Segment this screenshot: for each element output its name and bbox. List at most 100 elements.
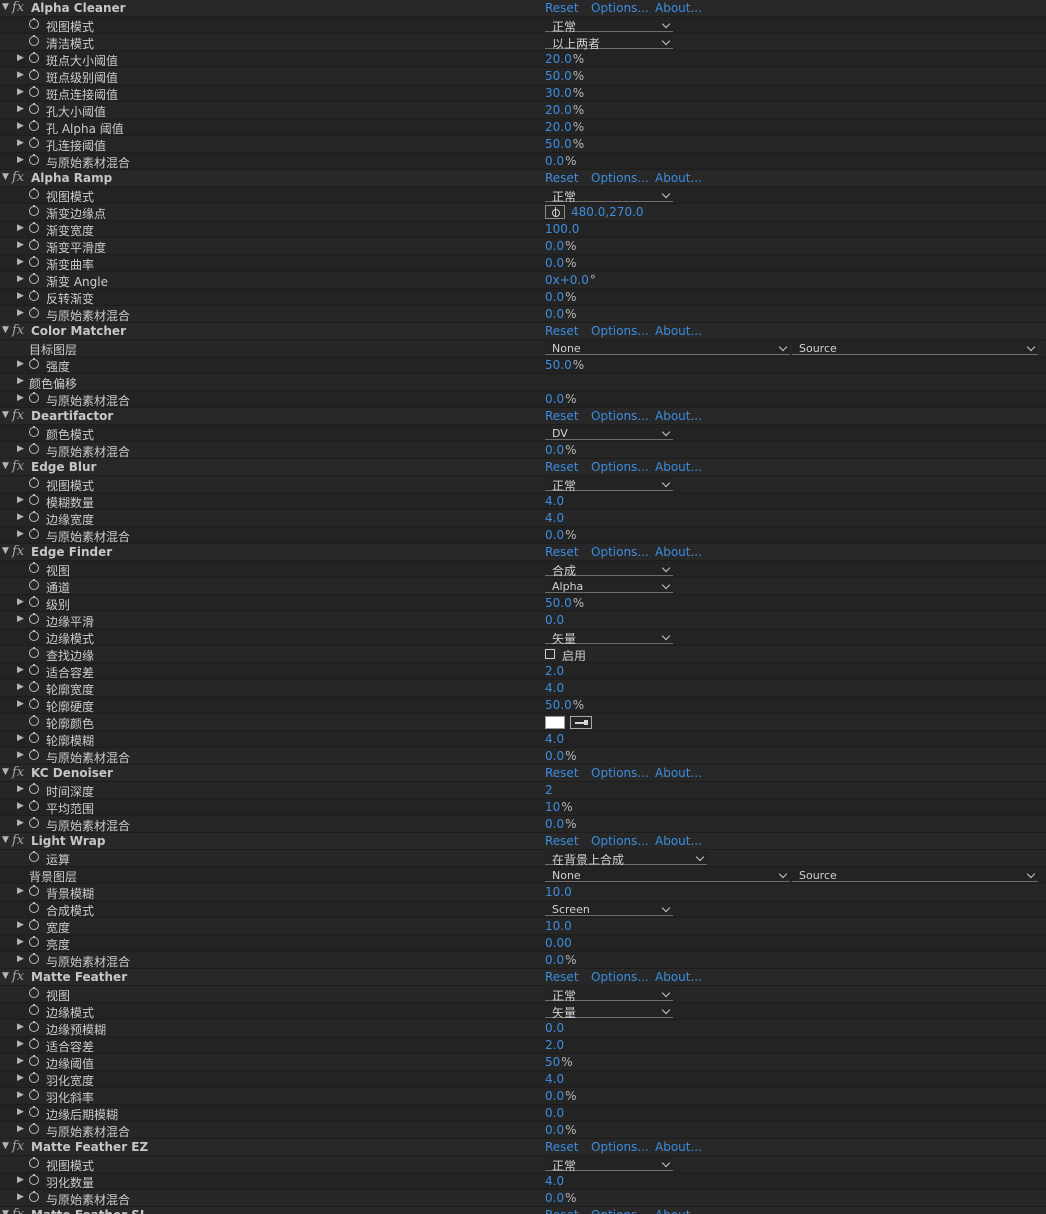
stopwatch-icon[interactable] xyxy=(29,987,39,998)
stopwatch-icon[interactable] xyxy=(29,1191,39,1202)
stopwatch-icon[interactable] xyxy=(29,18,39,29)
stopwatch-icon[interactable] xyxy=(29,273,39,284)
property-value[interactable]: 20.0% xyxy=(545,120,584,134)
reset-link[interactable]: Reset xyxy=(545,766,579,780)
expand-triangle-icon[interactable]: ▶ xyxy=(17,104,24,114)
stopwatch-icon[interactable] xyxy=(29,1157,39,1168)
value-number[interactable]: 0.0 xyxy=(545,749,564,763)
stopwatch-icon[interactable] xyxy=(29,885,39,896)
property-value[interactable]: 50.0% xyxy=(545,69,584,83)
stopwatch-icon[interactable] xyxy=(29,137,39,148)
value-number[interactable]: 0.0 xyxy=(545,307,564,321)
stopwatch-icon[interactable] xyxy=(29,783,39,794)
property-value[interactable]: 20.0% xyxy=(545,103,584,117)
expand-triangle-icon[interactable]: ▶ xyxy=(17,614,24,624)
about-link[interactable]: About... xyxy=(655,460,702,474)
stopwatch-icon[interactable] xyxy=(29,290,39,301)
expand-triangle-icon[interactable]: ▶ xyxy=(17,240,24,250)
fx-icon[interactable]: fx xyxy=(12,1139,24,1154)
value-number[interactable]: 0.0 xyxy=(545,528,564,542)
value-number[interactable]: 0.0 xyxy=(545,256,564,270)
value-number[interactable]: 4.0 xyxy=(545,494,564,508)
stopwatch-icon[interactable] xyxy=(29,528,39,539)
property-value[interactable]: 0.0% xyxy=(545,1191,577,1205)
collapse-triangle-icon[interactable]: ▼ xyxy=(2,325,9,335)
stopwatch-icon[interactable] xyxy=(29,256,39,267)
collapse-triangle-icon[interactable]: ▼ xyxy=(2,2,9,12)
expand-triangle-icon[interactable]: ▶ xyxy=(17,784,24,794)
about-link[interactable]: About... xyxy=(655,1140,702,1154)
stopwatch-icon[interactable] xyxy=(29,698,39,709)
stopwatch-icon[interactable] xyxy=(29,154,39,165)
collapse-triangle-icon[interactable]: ▼ xyxy=(2,835,9,845)
reset-link[interactable]: Reset xyxy=(545,324,579,338)
reset-link[interactable]: Reset xyxy=(545,545,579,559)
expand-triangle-icon[interactable]: ▶ xyxy=(17,121,24,131)
dropdown[interactable]: 正常 xyxy=(545,18,673,34)
value-number[interactable]: 30.0 xyxy=(545,86,572,100)
expand-triangle-icon[interactable]: ▶ xyxy=(17,733,24,743)
stopwatch-icon[interactable] xyxy=(29,103,39,114)
dropdown[interactable]: 合成 xyxy=(545,562,673,578)
value-number[interactable]: 50.0 xyxy=(545,69,572,83)
eyedropper-icon[interactable] xyxy=(570,716,592,729)
property-value[interactable]: 50.0% xyxy=(545,358,584,372)
about-link[interactable]: About... xyxy=(655,834,702,848)
stopwatch-icon[interactable] xyxy=(29,936,39,947)
property-value[interactable]: 0.0% xyxy=(545,239,577,253)
enable-checkbox[interactable] xyxy=(545,649,555,659)
stopwatch-icon[interactable] xyxy=(29,392,39,403)
dropdown[interactable]: 正常 xyxy=(545,1157,673,1173)
property-value[interactable]: 0.0% xyxy=(545,392,577,406)
stopwatch-icon[interactable] xyxy=(29,681,39,692)
collapse-triangle-icon[interactable]: ▼ xyxy=(2,1141,9,1151)
expand-triangle-icon[interactable]: ▶ xyxy=(17,223,24,233)
property-value[interactable]: 0.0% xyxy=(545,1123,577,1137)
fx-icon[interactable]: fx xyxy=(12,323,24,338)
property-value[interactable]: 4.0 xyxy=(545,494,564,508)
stopwatch-icon[interactable] xyxy=(29,579,39,590)
stopwatch-icon[interactable] xyxy=(29,817,39,828)
value-number[interactable]: 4.0 xyxy=(545,732,564,746)
expand-triangle-icon[interactable]: ▶ xyxy=(17,155,24,165)
value-number[interactable]: 0.0 xyxy=(545,817,564,831)
value-number[interactable]: 50 xyxy=(545,1055,560,1069)
stopwatch-icon[interactable] xyxy=(29,477,39,488)
fx-icon[interactable]: fx xyxy=(12,408,24,423)
stopwatch-icon[interactable] xyxy=(29,1072,39,1083)
options-link[interactable]: Options... xyxy=(591,970,649,984)
expand-triangle-icon[interactable]: ▶ xyxy=(17,1022,24,1032)
options-link[interactable]: Options... xyxy=(591,409,649,423)
expand-triangle-icon[interactable]: ▶ xyxy=(17,359,24,369)
dropdown[interactable]: 矢量 xyxy=(545,630,673,646)
value-number[interactable]: 10.0 xyxy=(545,885,572,899)
reset-link[interactable]: Reset xyxy=(545,1208,579,1214)
point-value[interactable]: 480.0,270.0 xyxy=(571,205,644,219)
stopwatch-icon[interactable] xyxy=(29,562,39,573)
value-number[interactable]: 4.0 xyxy=(545,681,564,695)
reset-link[interactable]: Reset xyxy=(545,409,579,423)
about-link[interactable]: About... xyxy=(655,970,702,984)
value-number[interactable]: 2 xyxy=(545,783,553,797)
about-link[interactable]: About... xyxy=(655,171,702,185)
property-value[interactable]: 10.0 xyxy=(545,885,572,899)
fx-icon[interactable]: fx xyxy=(12,969,24,984)
options-link[interactable]: Options... xyxy=(591,545,649,559)
expand-triangle-icon[interactable]: ▶ xyxy=(17,801,24,811)
reset-link[interactable]: Reset xyxy=(545,460,579,474)
value-number[interactable]: 4.0 xyxy=(545,511,564,525)
property-value[interactable]: 30.0% xyxy=(545,86,584,100)
expand-triangle-icon[interactable]: ▶ xyxy=(17,818,24,828)
value-number[interactable]: 0.0 xyxy=(545,1021,564,1035)
expand-triangle-icon[interactable]: ▶ xyxy=(17,954,24,964)
stopwatch-icon[interactable] xyxy=(29,239,39,250)
value-number[interactable]: 0.0 xyxy=(545,953,564,967)
stopwatch-icon[interactable] xyxy=(29,1038,39,1049)
stopwatch-icon[interactable] xyxy=(29,902,39,913)
value-number[interactable]: 0.0 xyxy=(545,1106,564,1120)
reset-link[interactable]: Reset xyxy=(545,1,579,15)
about-link[interactable]: About... xyxy=(655,1208,702,1214)
about-link[interactable]: About... xyxy=(655,766,702,780)
expand-triangle-icon[interactable]: ▶ xyxy=(17,70,24,80)
value-number[interactable]: 10 xyxy=(545,800,560,814)
